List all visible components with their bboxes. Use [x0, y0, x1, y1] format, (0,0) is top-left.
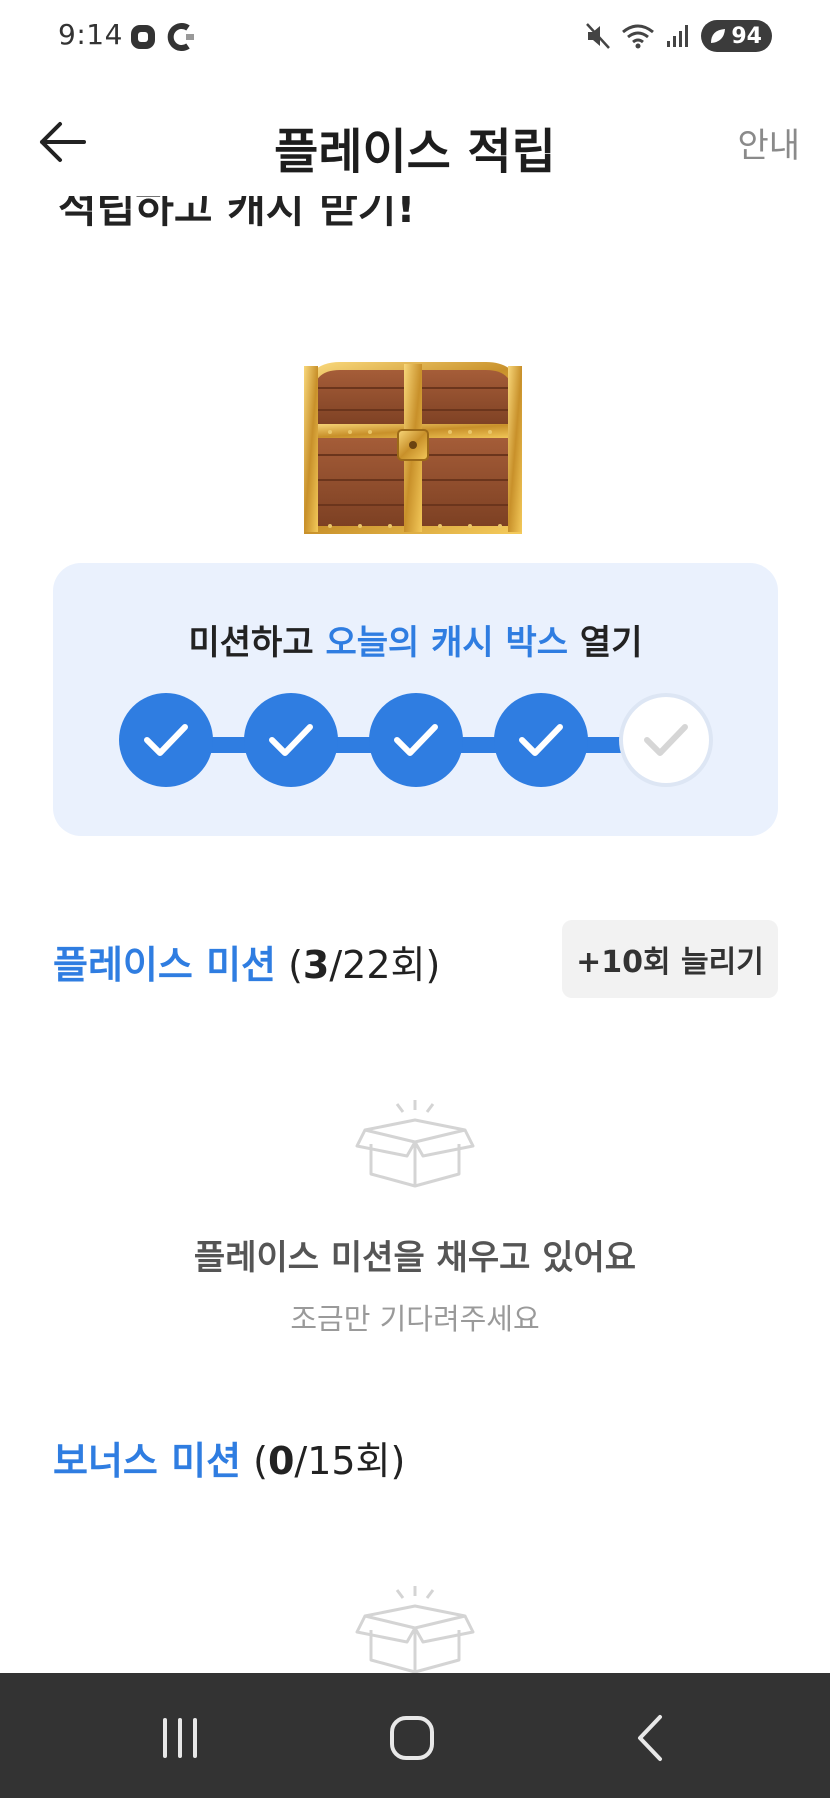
leaf-icon: [711, 29, 726, 43]
system-nav-bar: [0, 1673, 830, 1798]
place-empty-subtitle: 조금만 기다려주세요: [290, 1302, 540, 1336]
signal-icon: [667, 25, 689, 47]
status-right: 94: [585, 20, 772, 52]
guide-link[interactable]: 안내: [737, 118, 800, 167]
treasure-chest-image: [304, 362, 522, 534]
mission-step-2: [244, 693, 338, 787]
bonus-mission-count-done: 0: [267, 1439, 295, 1483]
mission-card-title-suffix: 열기: [568, 623, 643, 663]
check-icon: [644, 724, 688, 756]
scrolled-heading-text: 적립하고 캐시 받기!: [58, 196, 416, 232]
bonus-mission-count-open: (: [241, 1439, 268, 1483]
scrolled-heading: 적립하고 캐시 받기!: [0, 196, 830, 236]
check-icon: [394, 724, 438, 756]
mission-step-5: [619, 693, 713, 787]
place-mission-title: 플레이스 미션 (3/22회): [53, 934, 440, 989]
home-icon: [390, 1716, 434, 1760]
back-nav-button[interactable]: [620, 1713, 680, 1763]
app-header: 플레이스 적립 안내: [0, 90, 830, 190]
bonus-mission-label: 보너스 미션: [53, 1439, 242, 1483]
bonus-mission-title: 보너스 미션 (0/15회): [53, 1430, 405, 1485]
place-empty-title: 플레이스 미션을 채우고 있어요: [193, 1238, 637, 1278]
recent-apps-icon: [163, 1718, 197, 1758]
mission-step-3: [369, 693, 463, 787]
mission-step-4: [494, 693, 588, 787]
bonus-empty-box-icon: [355, 1586, 475, 1674]
status-app-icons: [128, 22, 196, 52]
increase-missions-button[interactable]: +10회 늘리기: [562, 920, 778, 998]
check-icon: [269, 724, 313, 756]
recent-apps-button[interactable]: [150, 1713, 210, 1763]
battery-icon: 94: [701, 20, 772, 52]
page-title: 플레이스 적립: [274, 124, 556, 180]
place-mission-count-done: 3: [302, 943, 330, 987]
empty-box-icon: [355, 1100, 475, 1188]
wifi-icon: [622, 24, 655, 49]
place-mission-count-open: (: [276, 943, 303, 987]
chevron-left-icon: [638, 1715, 662, 1761]
mute-icon: [586, 23, 611, 49]
mission-step-1: [119, 693, 213, 787]
place-mission-count-total: /22회): [329, 943, 441, 987]
mission-card-title: 미션하고 오늘의 캐시 박스 열기: [53, 615, 778, 664]
place-mission-label: 플레이스 미션: [53, 943, 276, 987]
mission-progress-card: 미션하고 오늘의 캐시 박스 열기: [53, 563, 778, 836]
check-icon: [519, 724, 563, 756]
check-icon: [144, 724, 188, 756]
bonus-mission-count-total: /15회): [294, 1439, 406, 1483]
status-bar: 9:14 94: [0, 0, 830, 80]
cast-app-icon: [167, 23, 194, 51]
battery-level: 94: [731, 23, 762, 49]
status-time: 9:14: [58, 18, 123, 51]
notification-app-icon: [131, 25, 155, 49]
mission-card-title-prefix: 미션하고: [188, 623, 326, 663]
home-button[interactable]: [381, 1713, 443, 1763]
mission-card-title-accent: 오늘의 캐시 박스: [325, 623, 569, 663]
